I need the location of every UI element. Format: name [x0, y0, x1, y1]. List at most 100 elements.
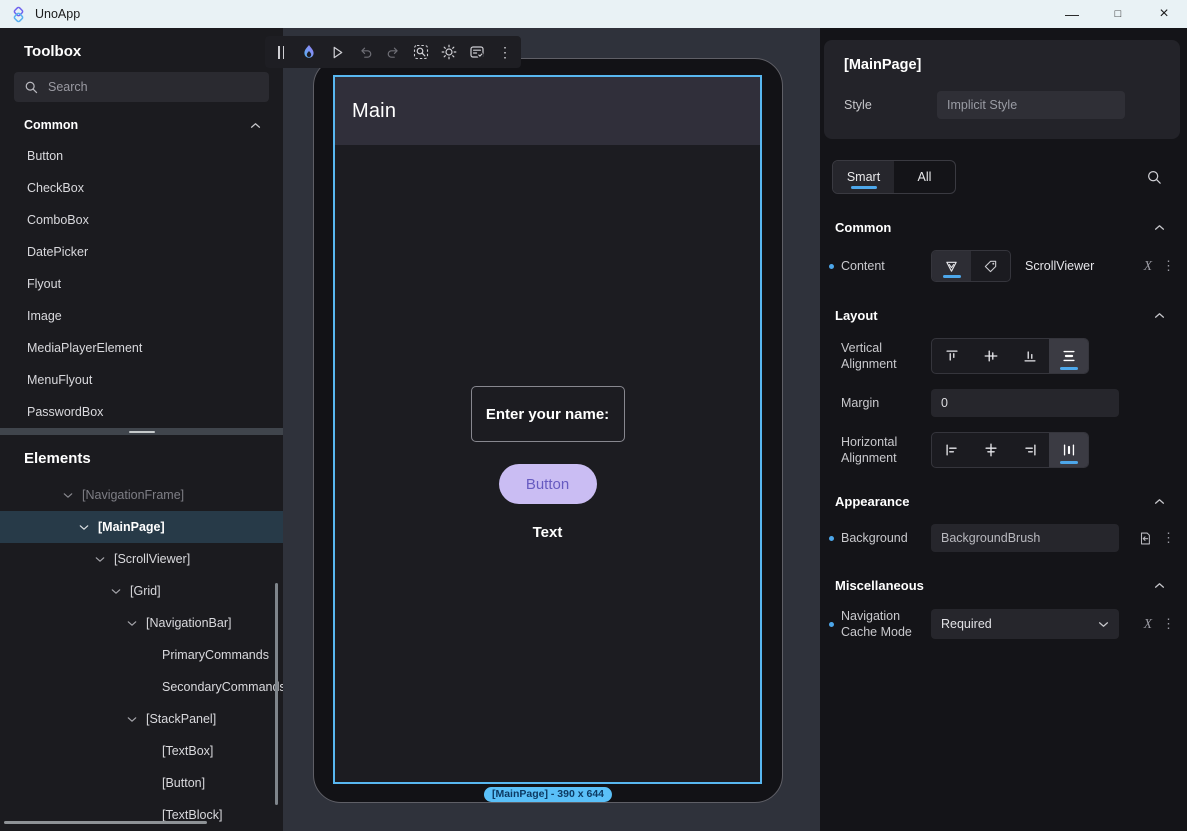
tree-item-mainpage[interactable]: [MainPage]: [0, 511, 283, 543]
property-menu-kebab-icon[interactable]: ⋮: [1162, 616, 1175, 632]
section-common[interactable]: Common: [835, 220, 1165, 235]
valign-top-button[interactable]: [932, 339, 971, 373]
toolbox-item-mediaplayerelement[interactable]: MediaPlayerElement: [0, 332, 283, 364]
chevron-down-icon[interactable]: [62, 489, 74, 501]
undo-button[interactable]: [357, 43, 373, 61]
tree-item-navigationbar[interactable]: [NavigationBar]: [0, 607, 283, 639]
halign-left-button[interactable]: [932, 433, 971, 467]
property-menu-kebab-icon[interactable]: ⋮: [1162, 258, 1175, 274]
tree-item-button[interactable]: [Button]: [0, 767, 283, 799]
property-inspector: [MainPage] Style Implicit Style Smart Al…: [820, 28, 1187, 831]
redo-button[interactable]: [385, 43, 401, 61]
chevron-down-icon[interactable]: [78, 521, 90, 533]
elements-horizontal-scrollbar[interactable]: [4, 821, 207, 824]
content-value[interactable]: ScrollViewer: [1025, 259, 1094, 273]
navigation-cache-mode-select[interactable]: Required: [931, 609, 1119, 639]
hot-reload-flame-icon[interactable]: [301, 43, 317, 61]
design-textbox[interactable]: Enter your name:: [471, 386, 625, 442]
tree-item-navigationframe[interactable]: [NavigationFrame]: [0, 479, 283, 511]
halign-center-button[interactable]: [971, 433, 1010, 467]
design-textblock[interactable]: Text: [533, 524, 563, 541]
background-row: Background BackgroundBrush ⋮: [820, 524, 1187, 552]
element-inspect-icon[interactable]: [413, 43, 429, 61]
tree-item-label: [NavigationBar]: [146, 616, 231, 630]
tree-item-scrollviewer[interactable]: [ScrollViewer]: [0, 543, 283, 575]
tree-item-label: [TextBox]: [162, 744, 213, 758]
chevron-down-icon[interactable]: [126, 617, 138, 629]
tree-item-label: [TextBlock]: [162, 808, 222, 822]
device-screen[interactable]: Main Enter your name: Button Text: [333, 75, 762, 784]
section-miscellaneous[interactable]: Miscellaneous: [835, 578, 1165, 593]
content-element-mode-button[interactable]: [932, 251, 971, 281]
resource-reference-icon[interactable]: [1138, 531, 1152, 546]
minimize-button[interactable]: —: [1049, 0, 1095, 28]
tab-smart[interactable]: Smart: [833, 161, 894, 193]
tree-item-textbox[interactable]: [TextBox]: [0, 735, 283, 767]
tree-item-stackpanel[interactable]: [StackPanel]: [0, 703, 283, 735]
toolbox-search[interactable]: [14, 72, 269, 102]
xaml-binding-icon[interactable]: X: [1144, 258, 1152, 274]
modified-dot: [829, 264, 834, 269]
more-options-kebab-icon[interactable]: ⋮: [497, 43, 513, 61]
toolbox-item-checkbox[interactable]: CheckBox: [0, 172, 283, 204]
toolbox-item-flyout[interactable]: Flyout: [0, 268, 283, 300]
elements-tree: [NavigationFrame] [MainPage] [ScrollView…: [0, 479, 283, 831]
page-size-badge: [MainPage] - 390 x 644: [484, 787, 612, 802]
toolbar-drag-handle[interactable]: [273, 43, 289, 61]
task-list-icon[interactable]: [469, 43, 485, 61]
modified-dot: [829, 622, 834, 627]
page-body[interactable]: Enter your name: Button Text: [335, 145, 760, 782]
chevron-down-icon[interactable]: [110, 585, 122, 597]
valign-center-button[interactable]: [971, 339, 1010, 373]
splitter-grip-icon: [129, 431, 155, 433]
hierarchy-icon: [944, 259, 959, 274]
toolbox-item-datepicker[interactable]: DatePicker: [0, 236, 283, 268]
section-layout[interactable]: Layout: [835, 308, 1165, 323]
maximize-button[interactable]: □: [1095, 0, 1141, 28]
search-icon[interactable]: [1146, 169, 1163, 186]
page-navbar[interactable]: Main: [335, 77, 760, 145]
chevron-down-icon[interactable]: [94, 553, 106, 565]
uno-logo-icon: [10, 6, 27, 23]
toolbox-item-image[interactable]: Image: [0, 300, 283, 332]
horizontal-alignment-label: Horizontal Alignment: [841, 434, 931, 467]
section-appearance[interactable]: Appearance: [835, 494, 1165, 509]
design-button[interactable]: Button: [499, 464, 597, 504]
content-value-mode-button[interactable]: [971, 251, 1010, 281]
chevron-down-icon: [1098, 621, 1109, 628]
elements-vertical-scrollbar[interactable]: [275, 583, 278, 805]
style-input[interactable]: Implicit Style: [937, 91, 1125, 119]
selected-element-title: [MainPage]: [844, 57, 1160, 73]
tab-all[interactable]: All: [894, 161, 955, 193]
tree-item-label: PrimaryCommands: [162, 648, 269, 662]
theme-toggle-sun-icon[interactable]: [441, 43, 457, 61]
chevron-down-icon[interactable]: [126, 713, 138, 725]
panel-splitter[interactable]: [0, 428, 283, 435]
halign-stretch-button[interactable]: [1049, 433, 1088, 467]
tree-item-label: SecondaryCommands: [162, 680, 283, 694]
tree-item-secondarycommands[interactable]: SecondaryCommands: [0, 671, 283, 703]
toolbox-search-input[interactable]: [48, 80, 259, 94]
tree-item-label: [Grid]: [130, 584, 161, 598]
xaml-binding-icon[interactable]: X: [1144, 616, 1152, 632]
property-menu-kebab-icon[interactable]: ⋮: [1162, 530, 1175, 546]
halign-right-button[interactable]: [1010, 433, 1049, 467]
toolbox-item-button[interactable]: Button: [0, 140, 283, 172]
vertical-alignment-row: Vertical Alignment: [820, 338, 1187, 374]
close-button[interactable]: ×: [1141, 0, 1187, 28]
valign-bottom-button[interactable]: [1010, 339, 1049, 373]
tree-item-primarycommands[interactable]: PrimaryCommands: [0, 639, 283, 671]
tree-item-grid[interactable]: [Grid]: [0, 575, 283, 607]
selected-element-card: [MainPage] Style Implicit Style: [824, 40, 1180, 139]
content-label: Content: [841, 258, 931, 274]
toolbox-item-passwordbox[interactable]: PasswordBox: [0, 396, 283, 428]
background-input[interactable]: BackgroundBrush: [931, 524, 1119, 552]
toolbox-item-combobox[interactable]: ComboBox: [0, 204, 283, 236]
tree-item-textblock[interactable]: [TextBlock]: [0, 799, 283, 831]
toolbox-item-menuflyout[interactable]: MenuFlyout: [0, 364, 283, 396]
toolbox-category-header[interactable]: Common: [0, 118, 283, 132]
valign-stretch-button[interactable]: [1049, 339, 1088, 373]
margin-input[interactable]: 0: [931, 389, 1119, 417]
app-window: UnoApp — □ × Toolbox: [0, 0, 1187, 831]
play-button[interactable]: [329, 43, 345, 61]
